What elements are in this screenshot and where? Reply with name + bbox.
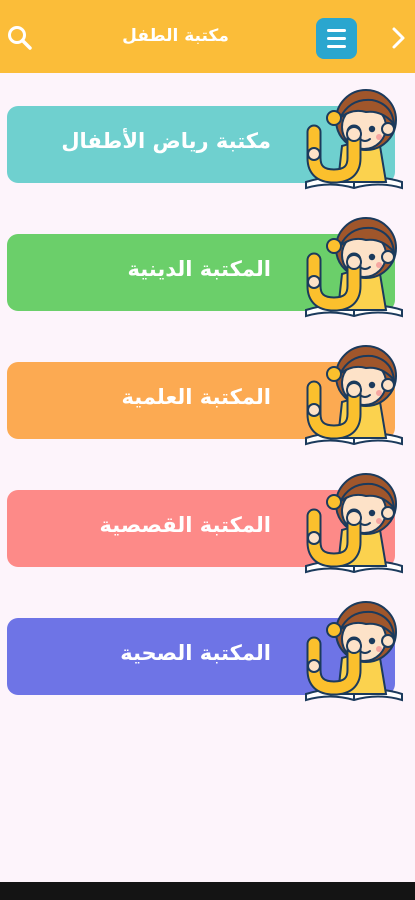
kid-mascot-icon [302,468,410,580]
app-title: مكتبة الطفل [122,26,229,46]
category-label: المكتبة الدينية [127,257,271,281]
search-icon[interactable] [6,24,34,52]
menu-button[interactable] [316,18,357,59]
kid-mascot-icon [302,212,410,324]
category-label: المكتبة الصحية [120,641,271,665]
category-label: المكتبة العلمية [121,385,271,409]
kid-mascot-icon [302,84,410,196]
kid-mascot-icon [302,340,410,452]
chevron-right-icon[interactable] [388,24,410,52]
app-screen: مكتبة الطفل مكتبة رياض الأطفال المكتبة ا… [0,0,415,900]
kid-mascot-icon [302,596,410,708]
system-nav-bar [0,882,415,900]
category-label: مكتبة رياض الأطفال [61,129,271,153]
category-label: المكتبة القصصية [99,513,271,537]
app-bar: مكتبة الطفل [0,0,415,73]
